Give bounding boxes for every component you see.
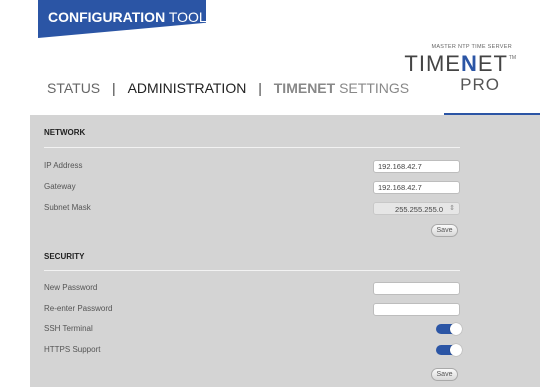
logo-tagline: MASTER NTP TIME SERVER xyxy=(431,44,512,50)
nav-separator: | xyxy=(112,80,116,96)
app-title-light: TOOL xyxy=(168,9,207,25)
subnet-mask-select[interactable]: 255.255.255.0 ⇕ xyxy=(373,202,460,215)
security-section-title: SECURITY xyxy=(44,252,85,261)
https-support-label: HTTPS Support xyxy=(44,345,101,354)
gateway-label: Gateway xyxy=(44,182,76,191)
network-save-button[interactable]: Save xyxy=(431,224,458,237)
nav-separator: | xyxy=(258,80,262,96)
gateway-input[interactable] xyxy=(373,181,460,194)
section-divider xyxy=(44,270,460,271)
timenet-pro-logo: MASTER NTP TIME SERVER TIMENET TM PRO xyxy=(390,44,520,94)
toggle-knob xyxy=(450,344,462,356)
logo-name: TIMENET xyxy=(404,51,508,77)
network-section-title: NETWORK xyxy=(44,128,86,137)
new-password-input[interactable] xyxy=(373,282,460,295)
tab-timenet-bold: TIMENET xyxy=(273,80,336,96)
subnet-mask-value: 255.255.255.0 xyxy=(395,205,443,214)
logo-name-a: TIME xyxy=(404,51,461,76)
updown-icon: ⇕ xyxy=(449,205,455,212)
administration-panel: NETWORK IP Address Gateway Subnet Mask 2… xyxy=(30,115,540,387)
tab-timenet-settings[interactable]: TIMENET SETTINGS xyxy=(274,80,409,96)
ssh-terminal-toggle[interactable] xyxy=(436,323,462,335)
logo-pro: PRO xyxy=(460,75,500,94)
app-banner: CONFIGURATION TOOL xyxy=(38,0,206,38)
tab-timenet-rest: SETTINGS xyxy=(335,80,410,96)
app-title-bold: CONFIGURATION xyxy=(48,9,166,25)
security-save-button[interactable]: Save xyxy=(431,368,458,381)
reenter-password-label: Re-enter Password xyxy=(44,304,113,313)
https-support-toggle[interactable] xyxy=(436,344,462,356)
app-title: CONFIGURATION TOOL xyxy=(48,9,207,25)
tab-status[interactable]: STATUS xyxy=(47,80,100,96)
toggle-knob xyxy=(450,323,462,335)
ssh-terminal-label: SSH Terminal xyxy=(44,324,93,333)
subnet-mask-label: Subnet Mask xyxy=(44,203,91,212)
logo-trademark: TM xyxy=(508,55,516,61)
logo-name-n: N xyxy=(460,51,478,76)
new-password-label: New Password xyxy=(44,283,98,292)
logo-name-b: ET xyxy=(477,51,508,76)
ip-address-label: IP Address xyxy=(44,161,83,170)
main-nav: STATUS | ADMINISTRATION | TIMENET SETTIN… xyxy=(47,80,409,96)
tab-administration[interactable]: ADMINISTRATION xyxy=(128,80,247,96)
reenter-password-input[interactable] xyxy=(373,303,460,316)
ip-address-input[interactable] xyxy=(373,160,460,173)
section-divider xyxy=(44,147,460,148)
